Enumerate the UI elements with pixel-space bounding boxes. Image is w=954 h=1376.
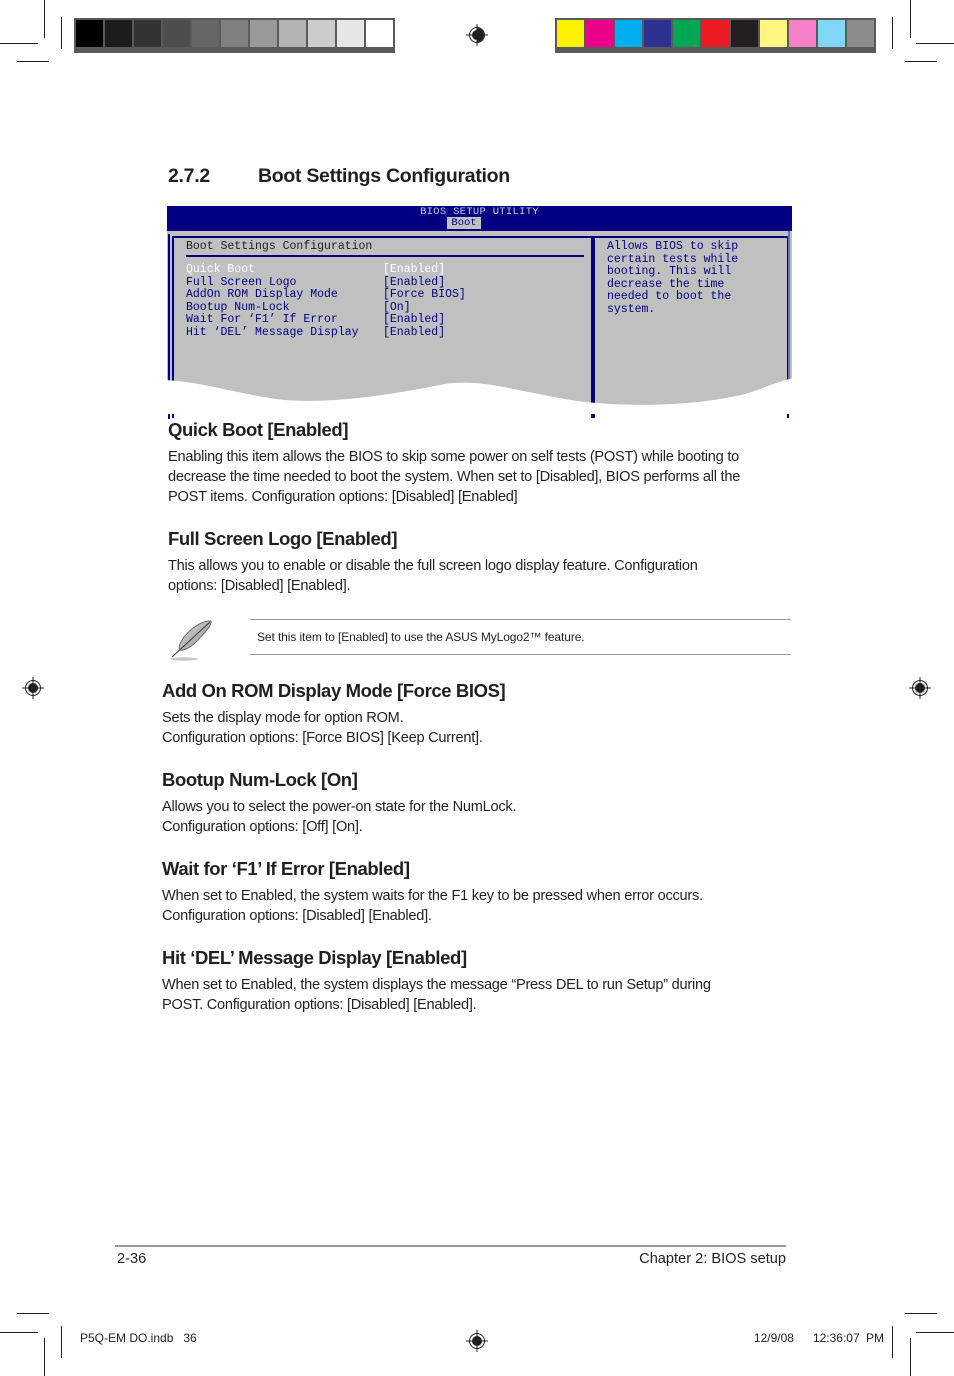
crop-mark xyxy=(44,1338,45,1376)
text-line: Configuration options: [Disabled] [Enabl… xyxy=(162,908,432,924)
color-swatch xyxy=(760,20,787,47)
color-swatch xyxy=(847,20,874,47)
text-line: When set to Enabled, the system displays… xyxy=(162,977,711,993)
paragraph-bootup-num-lock: Allows you to select the power-on state … xyxy=(162,797,792,837)
slug-timestamp: 12/9/08 12:36:07 PM xyxy=(753,1331,884,1345)
crop-mark xyxy=(892,17,893,49)
bios-item-label: Quick Boot xyxy=(186,263,256,276)
torn-edge xyxy=(165,378,795,414)
color-swatch xyxy=(586,20,613,47)
crop-mark xyxy=(910,1338,911,1376)
color-swatch xyxy=(702,20,729,47)
color-swatch xyxy=(105,20,132,47)
bios-item-value: [Enabled] xyxy=(383,325,446,339)
crop-mark xyxy=(916,43,954,44)
section-number: 2.7.2 xyxy=(168,165,210,187)
bios-item-value: [Enabled] xyxy=(383,263,446,276)
bios-divider xyxy=(186,255,584,257)
text-line: This allows you to enable or disable the… xyxy=(168,558,698,574)
bios-help-text: Allows BIOS to skip certain tests while … xyxy=(607,240,739,316)
color-swatch xyxy=(644,20,671,47)
crop-mark xyxy=(44,0,45,38)
color-swatch xyxy=(337,20,364,47)
heading-bootup-num-lock: Bootup Num-Lock [On] xyxy=(162,769,358,790)
crop-mark xyxy=(0,43,38,44)
bios-item-quick-boot[interactable]: Quick Boot [Enabled] xyxy=(186,263,466,277)
color-swatch xyxy=(818,20,845,47)
text-line: Allows you to select the power-on state … xyxy=(162,799,517,815)
text-line: POST. Configuration options: [Disabled] … xyxy=(162,997,477,1013)
bios-panel-title: Boot Settings Configuration xyxy=(186,240,373,253)
note-text: Set this item to [Enabled] to use the AS… xyxy=(257,630,585,644)
feather-pen-icon xyxy=(170,620,212,661)
text-line: Sets the display mode for option ROM. xyxy=(162,710,404,726)
crop-mark xyxy=(916,1332,954,1333)
note-bottom-rule xyxy=(250,654,791,655)
crop-mark xyxy=(0,1332,38,1333)
bios-item-addon-rom-display-mode[interactable]: AddOn ROM Display Mode [Force BIOS] xyxy=(186,289,466,302)
text-line: When set to Enabled, the system waits fo… xyxy=(162,888,703,904)
text-line: Enabling this item allows the BIOS to sk… xyxy=(168,449,739,465)
color-swatch xyxy=(615,20,642,47)
text-line: POST items. Configuration options: [Disa… xyxy=(168,489,518,505)
heading-quick-boot: Quick Boot [Enabled] xyxy=(168,419,349,440)
text-line: Configuration options: [Off] [On]. xyxy=(162,819,363,835)
heading-full-screen-logo: Full Screen Logo [Enabled] xyxy=(168,528,398,549)
color-swatch xyxy=(557,20,584,47)
page-number: 2-36 xyxy=(117,1251,147,1267)
color-swatch xyxy=(731,20,758,47)
bios-settings-list: Quick Boot [Enabled] Full Screen Logo [Ena… xyxy=(186,263,466,340)
crop-mark xyxy=(17,1313,49,1314)
note-top-rule xyxy=(250,619,791,620)
bios-item-label: Hit ‘DEL’ Message Display xyxy=(186,325,359,339)
color-swatch xyxy=(789,20,816,47)
paragraph-full-screen-logo: This allows you to enable or disable the… xyxy=(168,556,798,596)
footer-rule xyxy=(115,1245,786,1247)
crop-mark xyxy=(905,1313,937,1314)
color-swatch xyxy=(308,20,335,47)
heading-hit-del-message: Hit ‘DEL’ Message Display [Enabled] xyxy=(162,947,467,968)
color-swatch xyxy=(134,20,161,47)
registration-mark-icon xyxy=(466,24,488,46)
crop-mark xyxy=(910,0,911,38)
bios-screenshot: BIOS SETUP UTILITY Boot Boot Settings Co… xyxy=(165,206,795,419)
crop-mark xyxy=(17,61,49,62)
bios-header-bar: BIOS SETUP UTILITY Boot xyxy=(167,206,792,231)
color-swatch xyxy=(76,20,103,47)
section-heading: 2.7.2 Boot Settings Configuration xyxy=(168,165,510,188)
heading-wait-for-f1: Wait for ‘F1’ If Error [Enabled] xyxy=(162,858,410,879)
color-swatch xyxy=(250,20,277,47)
crop-mark xyxy=(61,17,62,49)
text-line: Configuration options: [Force BIOS] [Kee… xyxy=(162,730,483,746)
text-line: options: [Disabled] [Enabled]. xyxy=(168,578,351,594)
registration-mark-icon xyxy=(909,677,931,699)
paragraph-quick-boot: Enabling this item allows the BIOS to sk… xyxy=(168,447,798,507)
heading-addon-rom-display-mode: Add On ROM Display Mode [Force BIOS] xyxy=(162,680,506,701)
crop-mark xyxy=(61,1326,62,1358)
color-calibration-bar xyxy=(555,18,876,53)
bios-item-label: AddOn ROM Display Mode xyxy=(186,288,338,302)
paragraph-hit-del-message: When set to Enabled, the system displays… xyxy=(162,975,792,1015)
text-line: decrease the time needed to boot the sys… xyxy=(168,469,741,485)
paragraph-addon-rom-display-mode: Sets the display mode for option ROM. Co… xyxy=(162,708,792,748)
bios-item-value: [Force BIOS] xyxy=(383,288,466,302)
color-swatch xyxy=(221,20,248,47)
color-swatch xyxy=(366,20,393,47)
bios-item-hit-del-message[interactable]: Hit ‘DEL’ Message Display [Enabled] xyxy=(186,325,466,340)
slug-filename: P5Q-EM DO.indb 36 xyxy=(80,1331,197,1345)
chapter-title: Chapter 2: BIOS setup xyxy=(639,1251,786,1267)
section-title: Boot Settings Configuration xyxy=(258,165,510,187)
color-swatch xyxy=(192,20,219,47)
bios-tab-boot[interactable]: Boot xyxy=(447,217,481,229)
color-swatch xyxy=(279,20,306,47)
registration-mark-icon xyxy=(466,1330,488,1352)
grayscale-calibration-bar xyxy=(74,18,395,53)
crop-mark xyxy=(905,61,937,62)
paragraph-wait-for-f1: When set to Enabled, the system waits fo… xyxy=(162,886,792,926)
color-swatch xyxy=(163,20,190,47)
crop-mark xyxy=(892,1326,893,1358)
registration-mark-icon xyxy=(22,677,44,699)
color-swatch xyxy=(673,20,700,47)
